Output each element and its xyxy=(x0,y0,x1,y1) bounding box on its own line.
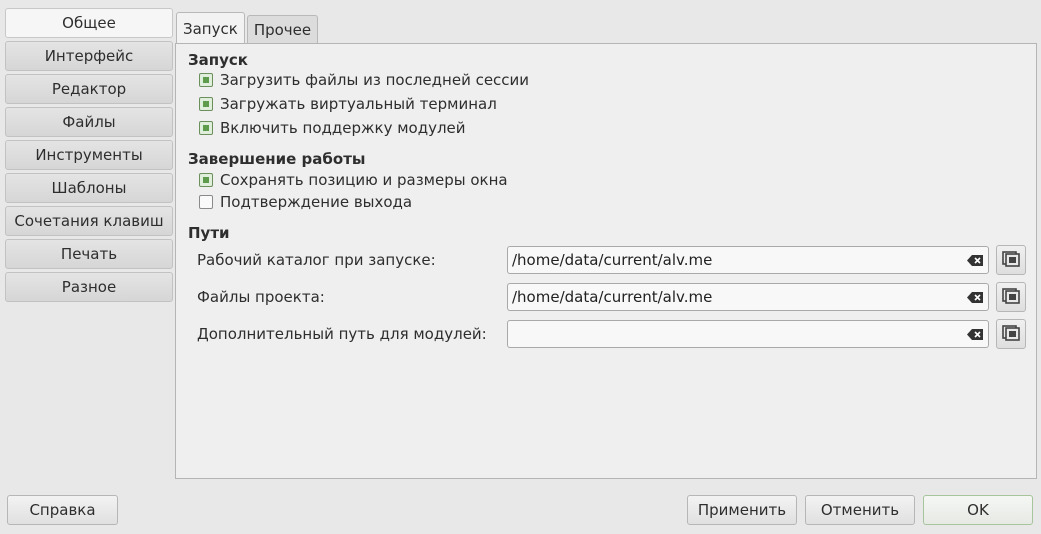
enable-plugins-checkbox-row[interactable]: Включить поддержку модулей xyxy=(199,119,466,137)
tab-bar: Запуск Прочее xyxy=(176,12,320,44)
category-interface[interactable]: Интерфейс xyxy=(5,41,173,71)
project-files-browse-button[interactable] xyxy=(996,282,1026,312)
section-title-startup: Запуск xyxy=(188,51,248,69)
tab-misc[interactable]: Прочее xyxy=(246,15,319,44)
preferences-category-list: Общее Интерфейс Редактор Файлы Инструмен… xyxy=(5,8,173,305)
tab-label: Запуск xyxy=(183,19,238,38)
category-editor[interactable]: Редактор xyxy=(5,74,173,104)
category-label: Редактор xyxy=(51,80,127,98)
plugins-path-browse-button[interactable] xyxy=(996,319,1026,349)
category-label: Файлы xyxy=(62,113,116,131)
clear-text-icon[interactable] xyxy=(967,291,983,303)
plugins-path-input[interactable] xyxy=(512,322,967,346)
checkbox-label: Загружать виртуальный терминал xyxy=(220,95,497,113)
ok-button[interactable]: OK xyxy=(923,495,1033,525)
category-keybindings[interactable]: Сочетания клавиш xyxy=(5,206,173,236)
category-label: Шаблоны xyxy=(51,179,127,197)
section-title-paths: Пути xyxy=(188,224,230,242)
tab-panel-startup: Запуск Загрузить файлы из последней сесс… xyxy=(175,43,1037,479)
folder-open-icon xyxy=(1002,249,1020,271)
tab-label: Прочее xyxy=(253,21,312,39)
plugins-path-label: Дополнительный путь для модулей: xyxy=(197,325,487,343)
section-title-shutdown: Завершение работы xyxy=(188,150,366,168)
clear-text-icon[interactable] xyxy=(967,328,983,340)
category-label: Общее xyxy=(62,14,116,32)
category-label: Инструменты xyxy=(35,146,143,164)
load-terminal-checkbox-row[interactable]: Загружать виртуальный терминал xyxy=(199,95,497,113)
clear-text-icon[interactable] xyxy=(967,254,983,266)
project-files-input[interactable] xyxy=(512,285,967,309)
category-printing[interactable]: Печать xyxy=(5,239,173,269)
load-session-checkbox-row[interactable]: Загрузить файлы из последней сессии xyxy=(199,71,529,89)
category-files[interactable]: Файлы xyxy=(5,107,173,137)
category-label: Сочетания клавиш xyxy=(14,212,164,230)
category-templates[interactable]: Шаблоны xyxy=(5,173,173,203)
startup-dir-input[interactable] xyxy=(512,248,967,272)
confirm-exit-checkbox[interactable] xyxy=(199,195,213,209)
enable-plugins-checkbox[interactable] xyxy=(199,121,213,135)
project-files-label: Файлы проекта: xyxy=(197,288,325,306)
category-label: Интерфейс xyxy=(44,47,134,65)
checkbox-label: Подтверждение выхода xyxy=(220,193,413,211)
apply-button[interactable]: Применить xyxy=(687,495,797,525)
category-general[interactable]: Общее xyxy=(5,8,173,38)
save-geometry-checkbox-row[interactable]: Сохранять позицию и размеры окна xyxy=(199,171,508,189)
checkbox-label: Загрузить файлы из последней сессии xyxy=(220,71,530,89)
category-label: Печать xyxy=(60,245,118,263)
folder-open-icon xyxy=(1002,323,1020,345)
cancel-button[interactable]: Отменить xyxy=(805,495,915,525)
project-files-field[interactable] xyxy=(507,283,989,311)
startup-dir-label: Рабочий каталог при запуске: xyxy=(197,251,436,269)
checkbox-label: Сохранять позицию и размеры окна xyxy=(220,171,508,189)
plugins-path-field[interactable] xyxy=(507,320,989,348)
load-terminal-checkbox[interactable] xyxy=(199,97,213,111)
confirm-exit-checkbox-row[interactable]: Подтверждение выхода xyxy=(199,193,412,211)
startup-dir-browse-button[interactable] xyxy=(996,245,1026,275)
folder-open-icon xyxy=(1002,286,1020,308)
tab-startup[interactable]: Запуск xyxy=(176,12,245,44)
category-misc[interactable]: Разное xyxy=(5,272,173,302)
save-geometry-checkbox[interactable] xyxy=(199,173,213,187)
category-tools[interactable]: Инструменты xyxy=(5,140,173,170)
startup-dir-field[interactable] xyxy=(507,246,989,274)
load-session-checkbox[interactable] xyxy=(199,73,213,87)
checkbox-label: Включить поддержку модулей xyxy=(220,119,466,137)
help-button[interactable]: Справка xyxy=(7,495,118,525)
category-label: Разное xyxy=(61,278,117,296)
